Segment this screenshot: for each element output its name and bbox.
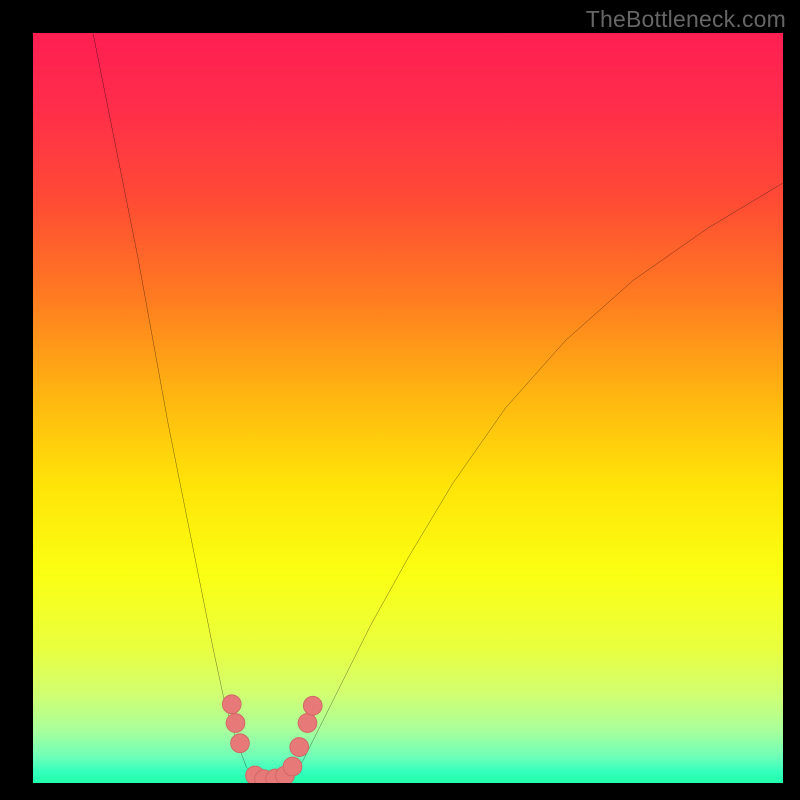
chart-overlay (33, 33, 783, 783)
marker-point (222, 695, 241, 714)
marker-point (283, 757, 302, 776)
series-group (93, 33, 783, 783)
chart-frame: TheBottleneck.com (0, 0, 800, 800)
marker-group (222, 695, 322, 783)
marker-point (290, 738, 309, 757)
series-left-branch (93, 33, 258, 783)
marker-point (298, 714, 317, 733)
marker-point (303, 696, 322, 715)
plot-area (33, 33, 783, 783)
marker-point (226, 714, 245, 733)
marker-point (231, 734, 250, 753)
series-right-branch (288, 183, 783, 783)
watermark-text: TheBottleneck.com (586, 6, 786, 33)
